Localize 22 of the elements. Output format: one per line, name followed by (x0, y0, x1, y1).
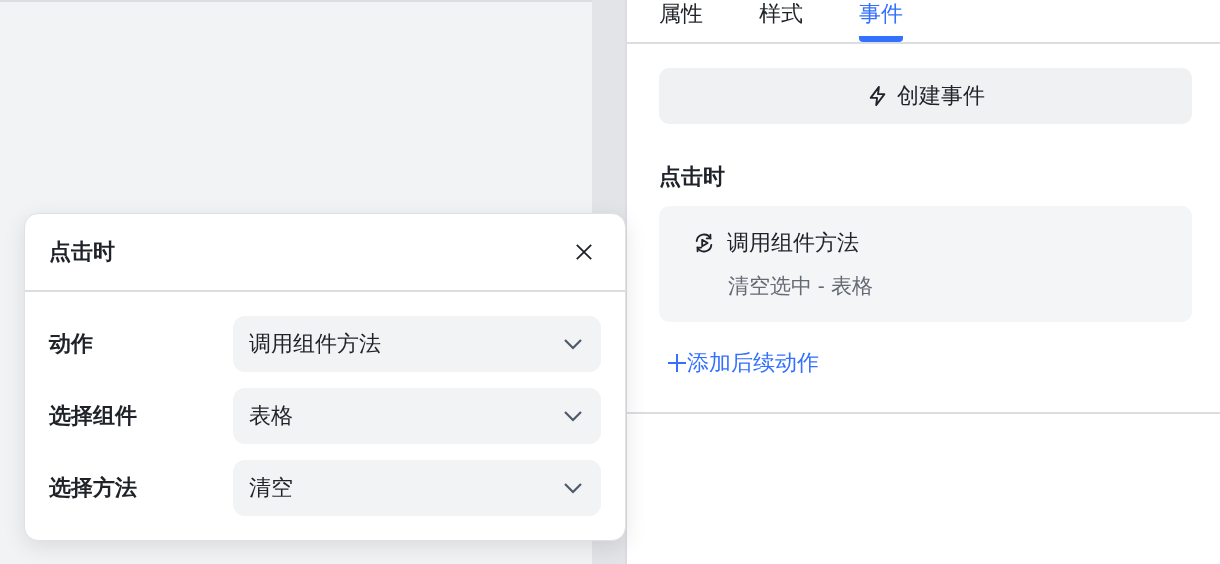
add-action-link[interactable]: 添加后续动作 (659, 348, 819, 378)
panel-tab[interactable]: 属性 (659, 0, 703, 42)
popup-title: 点击时 (49, 238, 115, 266)
field-label: 选择组件 (49, 402, 138, 430)
select-field[interactable]: 清空 (233, 460, 601, 516)
play-cycle-icon (693, 232, 715, 254)
section-title: 点击时 (659, 163, 726, 191)
field-label: 选择方法 (49, 474, 138, 502)
field-label: 动作 (49, 330, 94, 358)
action-detail: 清空选中 - 表格 (727, 273, 874, 299)
panel-tab[interactable]: 样式 (759, 0, 803, 42)
panel-tab[interactable]: 事件 (859, 0, 903, 42)
action-card[interactable]: 调用组件方法 清空选中 - 表格 (659, 206, 1192, 322)
select-field[interactable]: 调用组件方法 (233, 316, 601, 372)
select-field[interactable]: 表格 (233, 388, 601, 444)
close-icon[interactable] (575, 243, 593, 261)
create-event-button[interactable]: 创建事件 (659, 68, 1192, 124)
chevron-down-icon (563, 410, 583, 422)
action-title: 调用组件方法 (727, 229, 859, 257)
chevron-down-icon (563, 338, 583, 350)
plus-icon (667, 353, 687, 373)
chevron-down-icon (563, 482, 583, 494)
